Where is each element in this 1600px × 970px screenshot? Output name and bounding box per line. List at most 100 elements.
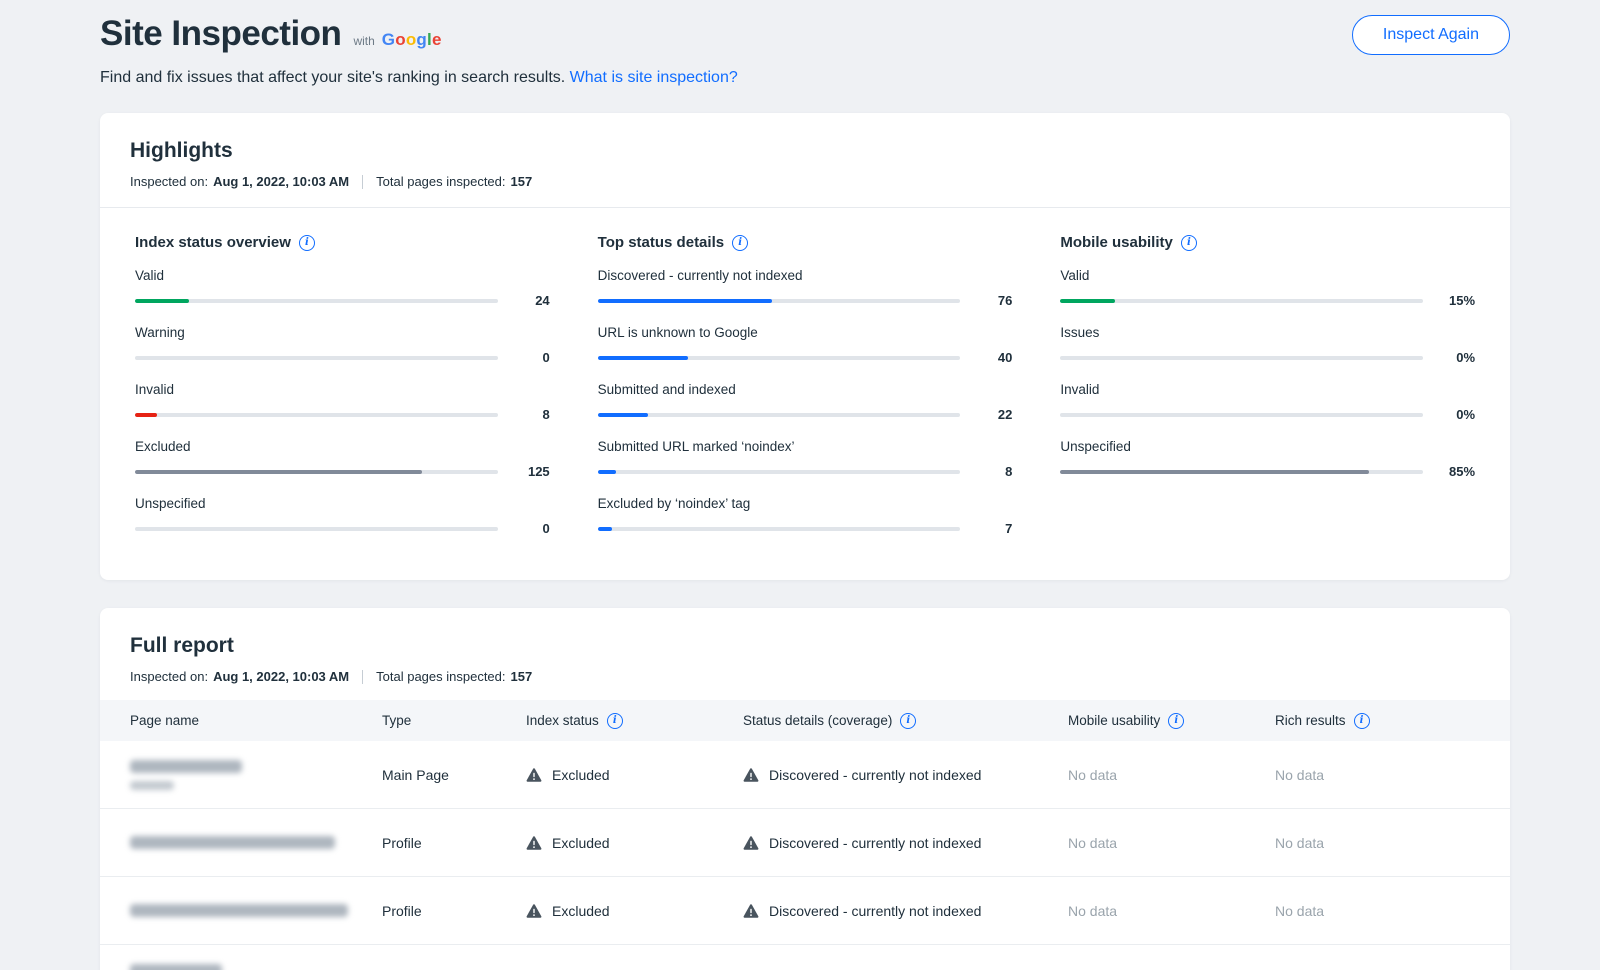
metric-row: Unspecified0 — [135, 496, 550, 536]
index-status-overview-column: Index status overview i Valid24Warning0I… — [135, 234, 550, 536]
metric-value: 125 — [512, 464, 550, 479]
metric-label: Valid — [135, 268, 550, 283]
page-header: Site Inspection with Google Find and fix… — [0, 0, 1600, 87]
google-logo-letter: G — [382, 30, 395, 49]
metric-bar-fill — [135, 299, 189, 303]
column-header-label: Mobile usability — [1068, 713, 1160, 728]
metric-label: URL is unknown to Google — [598, 325, 1013, 340]
metric-row: Submitted and indexed 22 — [598, 382, 1013, 422]
metric-row: Excluded 125 — [135, 439, 550, 479]
rich-results-cell: No data — [1275, 903, 1480, 919]
warning-icon — [743, 903, 759, 919]
metric-barline: 125 — [135, 464, 550, 479]
with-label: with — [353, 34, 374, 48]
inspected-on-value: Aug 1, 2022, 10:03 AM — [213, 669, 349, 684]
metric-row: Valid 15% — [1060, 268, 1475, 308]
page-name-redacted — [130, 760, 242, 773]
highlights-header: Highlights Inspected on: Aug 1, 2022, 10… — [100, 113, 1510, 208]
inspected-on-label: Inspected on: — [130, 174, 208, 189]
metric-row: Excluded by ‘noindex’ tag7 — [598, 496, 1013, 536]
metric-bar — [1060, 470, 1423, 474]
info-icon[interactable]: i — [1354, 713, 1370, 729]
metric-barline: 22 — [598, 407, 1013, 422]
metric-label: Discovered - currently not indexed — [598, 268, 1013, 283]
warning-icon — [743, 835, 759, 851]
metric-bar-fill — [598, 356, 689, 360]
metric-bar — [1060, 356, 1423, 360]
metric-barline: 0 — [135, 521, 550, 536]
warning-icon — [526, 903, 542, 919]
info-icon[interactable]: i — [1168, 713, 1184, 729]
total-pages-value: 157 — [511, 174, 533, 189]
metric-row: Submitted URL marked ‘noindex’8 — [598, 439, 1013, 479]
metric-label: Valid — [1060, 268, 1475, 283]
table-row: Main Page Excluded Discovered - currently … — [100, 741, 1510, 809]
metric-value: 85% — [1437, 464, 1475, 479]
metric-bar-fill — [598, 470, 616, 474]
metric-barline: 8 — [598, 464, 1013, 479]
metric-rows: Valid24Warning0Invalid8Excluded125Unspec… — [135, 268, 550, 536]
page-title: Site Inspection — [100, 14, 341, 54]
metric-bar-fill — [1060, 470, 1368, 474]
meta-divider — [362, 175, 363, 189]
status-label: Discovered - currently not indexed — [769, 767, 981, 783]
metric-bar-fill — [598, 527, 613, 531]
google-logo-letter: o — [406, 30, 417, 49]
column-header-label: Index status — [526, 713, 599, 728]
table-row: ProductInvalidSubmitted, marked ‘noindex… — [100, 945, 1510, 970]
metric-label: Invalid — [135, 382, 550, 397]
status-label: Excluded — [552, 903, 610, 919]
status-details-cell: Discovered - currently not indexed — [743, 903, 1068, 919]
metric-rows: Valid15%Issues0%Invalid0%Unspecified85% — [1060, 268, 1475, 479]
metric-barline: 0 — [135, 350, 550, 365]
page-name-cell — [130, 836, 382, 849]
page-type-cell: Profile — [382, 835, 526, 851]
metric-barline: 0% — [1060, 407, 1475, 422]
metric-value: 0 — [512, 521, 550, 536]
metric-bar — [598, 413, 961, 417]
info-icon[interactable]: i — [900, 713, 916, 729]
metric-bar — [598, 470, 961, 474]
column-header: Page name — [130, 713, 382, 728]
full-report-card: Full report Inspected on: Aug 1, 2022, 1… — [100, 608, 1510, 970]
warning-icon — [526, 835, 542, 851]
metric-row: Discovered - currently not indexed76 — [598, 268, 1013, 308]
full-report-title: Full report — [130, 634, 1480, 658]
metric-bar — [598, 356, 961, 360]
metric-bar — [135, 299, 498, 303]
column-header-label: Rich results — [1275, 713, 1346, 728]
metric-row: URL is unknown to Google40 — [598, 325, 1013, 365]
page-type-cell: Main Page — [382, 767, 526, 783]
column-header: Status details (coverage) i — [743, 713, 1068, 729]
page-type-cell: Profile — [382, 903, 526, 919]
metric-value: 8 — [512, 407, 550, 422]
metric-label: Submitted and indexed — [598, 382, 1013, 397]
page-name-cell — [130, 964, 382, 970]
page-name-redacted — [130, 904, 348, 917]
highlights-card: Highlights Inspected on: Aug 1, 2022, 10… — [100, 113, 1510, 580]
metric-value: 24 — [512, 293, 550, 308]
mobile-usability-cell: No data — [1068, 767, 1275, 783]
metric-label: Issues — [1060, 325, 1475, 340]
info-icon[interactable]: i — [607, 713, 623, 729]
metric-barline: 15% — [1060, 293, 1475, 308]
info-icon[interactable]: i — [1181, 235, 1197, 251]
full-report-header: Full report Inspected on: Aug 1, 2022, 1… — [100, 608, 1510, 700]
column-header-label: Status details (coverage) — [743, 713, 892, 728]
what-is-site-inspection-link[interactable]: What is site inspection? — [570, 69, 738, 86]
info-icon[interactable]: i — [732, 235, 748, 251]
page-name-cell — [130, 760, 382, 790]
report-table: Page nameTypeIndex statusiStatus details… — [100, 700, 1510, 970]
info-icon[interactable]: i — [299, 235, 315, 251]
metric-bar-fill — [598, 413, 649, 417]
metric-label: Excluded — [135, 439, 550, 454]
status-label: Excluded — [552, 767, 610, 783]
highlights-meta: Inspected on: Aug 1, 2022, 10:03 AM Tota… — [130, 174, 1480, 189]
metric-label: Excluded by ‘noindex’ tag — [598, 496, 1013, 511]
metric-barline: 85% — [1060, 464, 1475, 479]
google-logo: Google — [382, 30, 442, 50]
metric-barline: 0% — [1060, 350, 1475, 365]
metric-bar — [598, 299, 961, 303]
inspect-again-button[interactable]: Inspect Again — [1352, 15, 1510, 55]
column-title-row: Index status overview i — [135, 234, 550, 251]
